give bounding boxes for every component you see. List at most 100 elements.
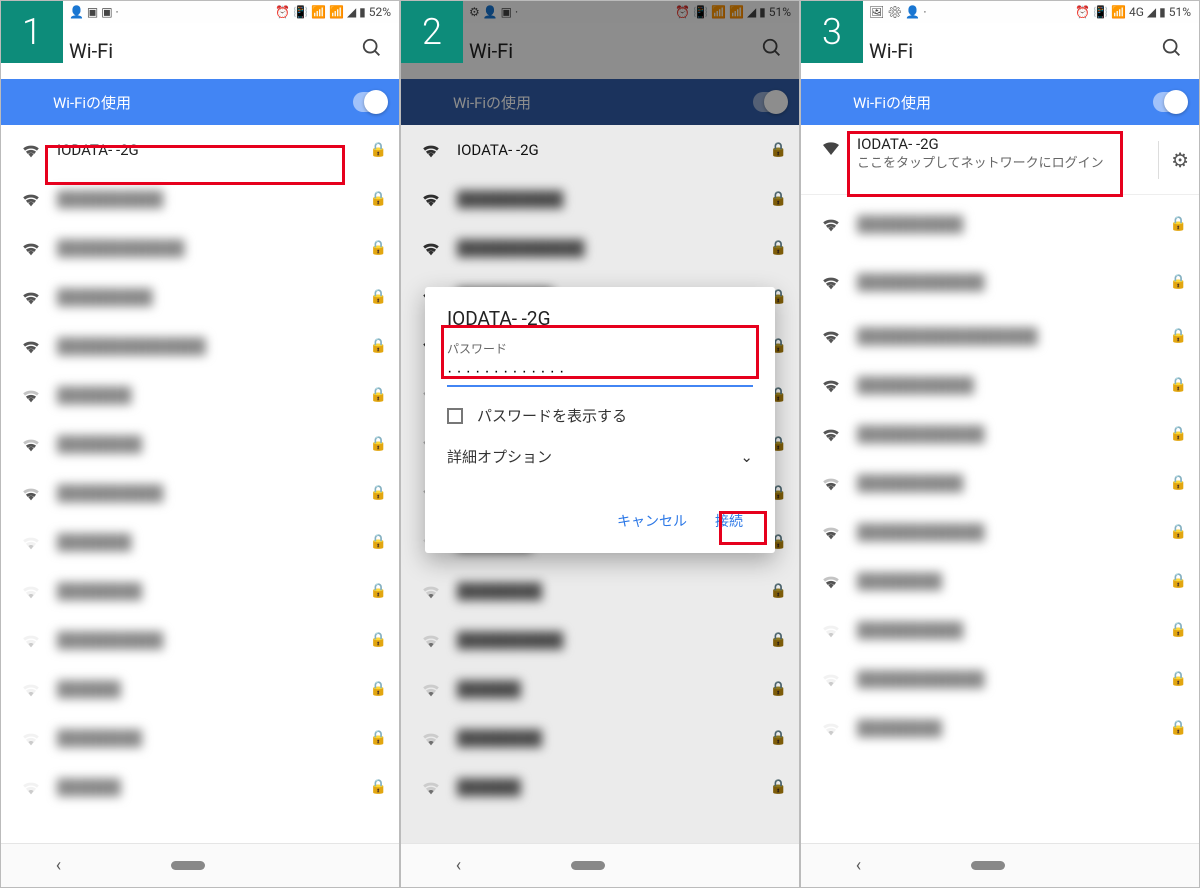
status-right-icons: ⏰ 📳 📶 📶 ◢ ▮ 51% bbox=[675, 5, 791, 19]
lock-icon: 🔒 bbox=[1170, 274, 1187, 290]
wifi-signal-icon bbox=[413, 580, 449, 602]
wifi-network-row[interactable]: ████████████🔒 bbox=[801, 253, 1199, 311]
back-button[interactable]: ‹ bbox=[856, 855, 861, 876]
wifi-signal-icon bbox=[813, 423, 849, 445]
home-pill[interactable] bbox=[571, 861, 605, 870]
wifi-network-row[interactable]: ██████████🔒 bbox=[801, 605, 1199, 654]
wifi-network-row[interactable]: ███████🔒 bbox=[1, 517, 399, 566]
wifi-network-row[interactable]: ██████████🔒 bbox=[1, 468, 399, 517]
wifi-network-row[interactable]: ██████████🔒 bbox=[801, 195, 1199, 253]
wifi-network-row[interactable]: ███████🔒 bbox=[1, 370, 399, 419]
wifi-network-row[interactable]: ██████████🔒 bbox=[401, 615, 799, 664]
wifi-network-row[interactable]: ████████🔒 bbox=[801, 556, 1199, 605]
wifi-network-row[interactable]: █████████🔒 bbox=[1, 272, 399, 321]
wifi-network-row[interactable]: ██████🔒 bbox=[401, 664, 799, 713]
wifi-ssid: ███████████ bbox=[857, 376, 1170, 394]
wifi-network-row[interactable]: ████████████🔒 bbox=[1, 223, 399, 272]
wifi-ssid: ████████ bbox=[57, 582, 370, 600]
page-title: Wi-Fi bbox=[69, 39, 113, 63]
wifi-ssid: ███████ bbox=[57, 386, 370, 404]
wifi-network-row[interactable]: ██████🔒 bbox=[1, 664, 399, 713]
wifi-signal-icon bbox=[813, 271, 849, 293]
checkbox-icon[interactable] bbox=[447, 408, 463, 424]
home-pill[interactable] bbox=[171, 861, 205, 870]
show-password-label: パスワードを表示する bbox=[477, 405, 627, 426]
wifi-toggle-bar[interactable]: Wi-Fiの使用 bbox=[801, 79, 1199, 125]
wifi-ssid: ██████████ bbox=[857, 621, 1170, 639]
lock-icon: 🔒 bbox=[770, 779, 787, 795]
lock-icon: 🔒 bbox=[370, 681, 387, 697]
wifi-network-row[interactable]: ████████████🔒 bbox=[801, 507, 1199, 556]
wifi-network-row[interactable]: ████████🔒 bbox=[401, 566, 799, 615]
wifi-network-row[interactable]: ███████████🔒 bbox=[801, 360, 1199, 409]
wifi-network-row[interactable]: ██████🔒 bbox=[1, 762, 399, 811]
connected-network-row[interactable]: IODATA- -2G ここをタップしてネットワークにログイン ⚙ bbox=[801, 125, 1199, 195]
wifi-network-row[interactable]: █████████████████🔒 bbox=[801, 311, 1199, 360]
wifi-network-row[interactable]: IODATA- -2G🔒 bbox=[1, 125, 399, 174]
network-settings-button[interactable]: ⚙ bbox=[1158, 141, 1189, 179]
toggle-switch[interactable] bbox=[753, 92, 787, 112]
wifi-network-row[interactable]: ██████████🔒 bbox=[801, 458, 1199, 507]
wifi-signal-icon bbox=[413, 678, 449, 700]
wifi-ssid: ████████████ bbox=[857, 273, 1170, 291]
lock-icon: 🔒 bbox=[370, 240, 387, 256]
wifi-signal-icon bbox=[813, 213, 849, 235]
lock-icon: 🔒 bbox=[1170, 671, 1187, 687]
wifi-toggle-bar[interactable]: Wi-Fiの使用 bbox=[401, 79, 799, 125]
lock-icon: 🔒 bbox=[770, 583, 787, 599]
wifi-network-row[interactable]: ████████🔒 bbox=[1, 566, 399, 615]
search-icon[interactable] bbox=[361, 37, 383, 65]
toggle-switch[interactable] bbox=[353, 92, 387, 112]
wifi-signal-icon bbox=[413, 727, 449, 749]
wifi-ssid: ██████ bbox=[457, 778, 770, 796]
wifi-network-row[interactable]: ████████🔒 bbox=[1, 419, 399, 468]
wifi-signal-icon bbox=[813, 472, 849, 494]
search-icon[interactable] bbox=[1161, 37, 1183, 65]
wifi-network-row[interactable]: ████████🔒 bbox=[801, 703, 1199, 752]
toggle-knob bbox=[364, 90, 388, 114]
wifi-network-row[interactable]: ██████████🔒 bbox=[1, 615, 399, 664]
wifi-network-row[interactable]: ██████████🔒 bbox=[401, 174, 799, 223]
toggle-knob bbox=[1164, 90, 1188, 114]
status-right-icons: ⏰ 📳 📶 4G ◢ ▮ 51% bbox=[1075, 5, 1191, 19]
wifi-ssid: ████████████ bbox=[857, 425, 1170, 443]
search-icon[interactable] bbox=[761, 37, 783, 65]
back-button[interactable]: ‹ bbox=[456, 855, 461, 876]
password-input[interactable] bbox=[447, 359, 753, 387]
home-pill[interactable] bbox=[971, 861, 1005, 870]
wifi-network-row[interactable]: ████████🔒 bbox=[1, 713, 399, 762]
wifi-signal-icon bbox=[13, 776, 49, 798]
wifi-ssid: ██████████ bbox=[457, 190, 770, 208]
lock-icon: 🔒 bbox=[770, 730, 787, 746]
wifi-network-row[interactable]: ██████🔒 bbox=[401, 762, 799, 811]
dialog-ssid-title: IODATA- -2G bbox=[447, 307, 753, 330]
advanced-options-row[interactable]: 詳細オプション ⌄ bbox=[447, 434, 753, 479]
wifi-network-row[interactable]: ██████████████🔒 bbox=[1, 321, 399, 370]
wifi-ssid: ██████████ bbox=[57, 190, 370, 208]
wifi-network-row[interactable]: ██████████🔒 bbox=[1, 174, 399, 223]
wifi-signal-icon bbox=[413, 188, 449, 210]
lock-icon: 🔒 bbox=[370, 142, 387, 158]
wifi-network-row[interactable]: ████████████🔒 bbox=[801, 409, 1199, 458]
back-button[interactable]: ‹ bbox=[56, 855, 61, 876]
wifi-network-row[interactable]: ████████🔒 bbox=[401, 713, 799, 762]
status-left-icons: 🖼 ⚙ 👤 · bbox=[869, 5, 926, 19]
wifi-network-row[interactable]: IODATA- -2G🔒 bbox=[401, 125, 799, 174]
cancel-button[interactable]: キャンセル bbox=[607, 503, 697, 539]
wifi-ssid: ██████ bbox=[57, 680, 370, 698]
wifi-toggle-bar[interactable]: Wi-Fiの使用 bbox=[1, 79, 399, 125]
connect-button[interactable]: 接続 bbox=[705, 503, 753, 539]
wifi-network-row[interactable]: ████████████🔒 bbox=[801, 654, 1199, 703]
toggle-knob bbox=[764, 90, 788, 114]
lock-icon: 🔒 bbox=[770, 191, 787, 207]
toggle-switch[interactable] bbox=[1153, 92, 1187, 112]
wifi-signal-icon bbox=[13, 580, 49, 602]
wifi-ssid: IODATA- -2G bbox=[457, 141, 770, 159]
show-password-row[interactable]: パスワードを表示する bbox=[447, 405, 753, 426]
step-number-badge: 1 bbox=[1, 1, 63, 63]
connected-subtitle: ここをタップしてネットワークにログイン bbox=[857, 155, 1151, 173]
wifi-network-row[interactable]: ████████████🔒 bbox=[401, 223, 799, 272]
lock-icon: 🔒 bbox=[370, 485, 387, 501]
lock-icon: 🔒 bbox=[1170, 426, 1187, 442]
lock-icon: 🔒 bbox=[370, 289, 387, 305]
